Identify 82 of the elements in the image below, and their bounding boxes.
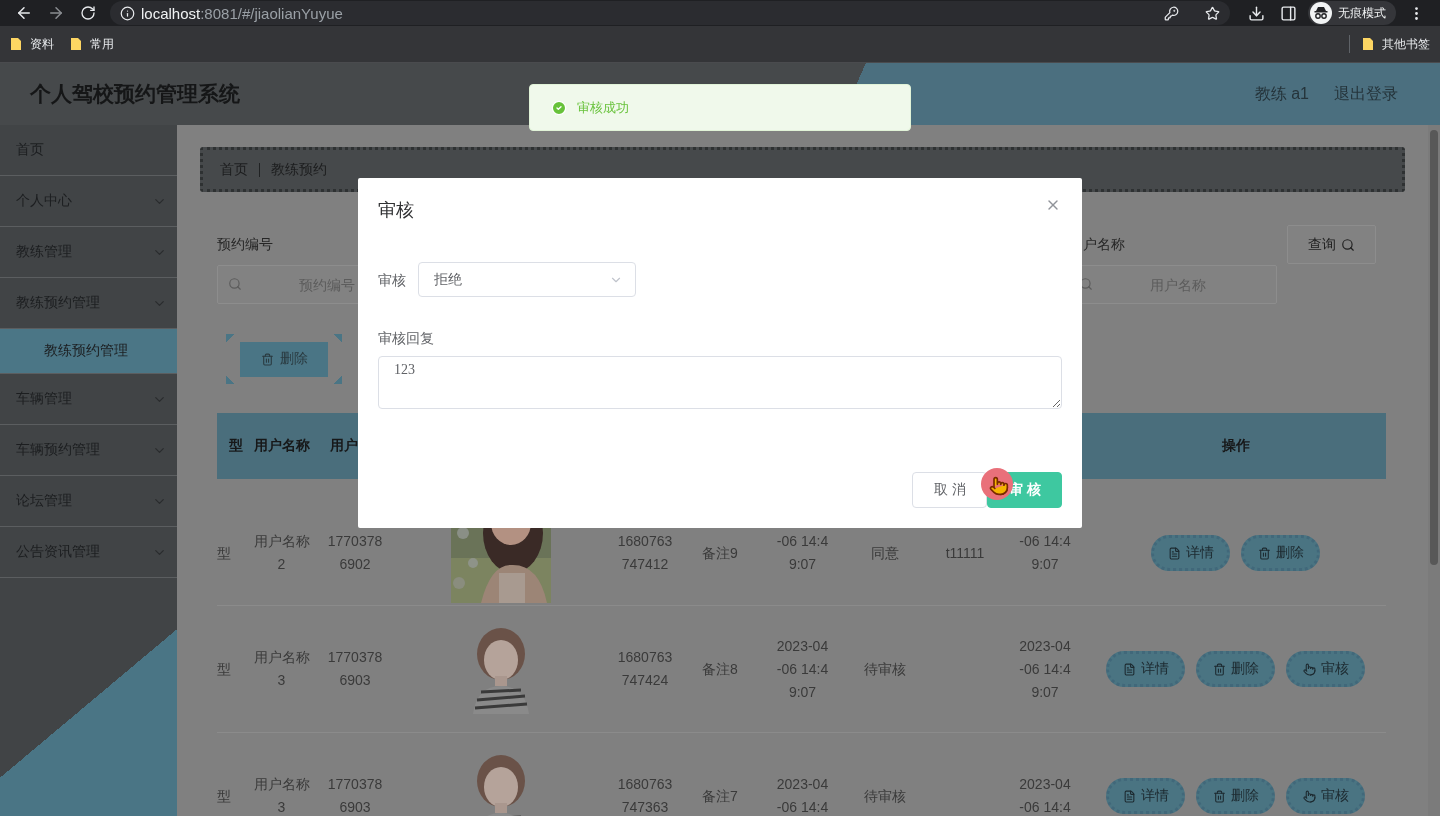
info-icon[interactable] [120,5,135,21]
form-label: 审核回复 [378,329,435,348]
folder-icon [70,37,82,51]
hand-pointer-icon [1302,789,1316,803]
delete-button[interactable]: 删除 [226,334,342,384]
delete-button[interactable]: 删除 [1196,651,1275,687]
review-button[interactable]: 审核 [1286,651,1365,687]
document-icon [1122,662,1136,676]
profile-button[interactable]: 无痕模式 [1308,1,1396,25]
address-bar[interactable]: localhost:8081/#/jiaolianYuyue [110,1,1230,25]
key-icon[interactable] [1164,5,1179,21]
user-label: 教练 a1 [1254,83,1309,104]
forward-icon[interactable] [47,4,65,22]
table-cell-text: 待审核 [864,659,906,679]
table-cell-text: 备注9 [702,543,738,563]
back-icon[interactable] [15,4,33,22]
table-cell-text: -06 14:49:07 [1018,532,1072,574]
folder-icon [10,37,22,51]
table-cell-text: 1680763747363 [617,775,673,816]
document-icon [1122,789,1136,803]
reload-icon[interactable] [80,5,96,21]
table-cell-text: t11111 [945,543,985,563]
table-cell-text: -06 14:49:07 [775,532,830,574]
table-cell-text: 17703786902 [327,532,383,574]
table-cell-text: 用户名称2 [253,532,310,574]
trash-icon [1212,789,1226,803]
delete-button[interactable]: 删除 [1241,535,1320,571]
search-icon [228,277,242,291]
reply-field[interactable]: 123 [378,356,1062,409]
field-label: 预约编号 [217,235,273,254]
review-select[interactable]: 拒绝 [418,262,636,297]
detail-button[interactable]: 详情 [1151,535,1230,571]
scrollbar[interactable] [1428,125,1440,816]
trash-icon [260,352,274,366]
field-label: 户名称 [1082,235,1125,254]
bookmark-folder[interactable]: 其他书签 [1362,35,1430,53]
table-cell-text: 2023-04-06 14:49:07 [775,636,830,702]
logout-link[interactable]: 退出登录 [1334,83,1398,105]
cancel-button[interactable]: 取消 [912,472,987,508]
table-cell-text: 用户名称3 [253,648,310,690]
table-cell-text: 同意 [871,543,899,563]
delete-button[interactable]: 删除 [1196,778,1275,814]
table-cell-text: 17703786903 [327,648,383,690]
table-cell-text: 用户名称3 [253,775,310,816]
submenu-item[interactable]: 教练预约管理 [0,329,177,374]
table-cell-text: 17703786903 [327,775,383,816]
table-cell-text: 待审核 [864,786,906,806]
table-cell-text: 型 [217,543,231,563]
trash-icon [1257,546,1271,560]
hand-cursor-icon [989,476,1009,496]
bookmark-folder[interactable]: 资料 [10,35,54,53]
detail-button[interactable]: 详情 [1106,778,1185,814]
hand-pointer-icon [1302,662,1316,676]
folder-icon [1362,37,1374,51]
form-label: 审核 [378,270,407,290]
download-icon[interactable] [1247,4,1265,22]
bookmark-folder[interactable]: 常用 [70,35,114,53]
query-button[interactable]: 查询 [1287,225,1376,264]
table-cell-text: 2023-04-06 14:4 [775,775,830,816]
table-cell-text: 2023-04-06 14:49:07 [1018,636,1072,702]
table-cell-text: 1680763747424 [617,648,673,690]
column-header: 用户名称 [253,437,310,455]
search-icon [1341,237,1355,252]
column-header: 型 [229,437,243,455]
detail-button[interactable]: 详情 [1106,651,1185,687]
table-cell-text: 2023-04-06 14:4 [1018,775,1072,816]
dialog-title: 审核 [378,199,414,221]
table-cell-text: 备注7 [702,786,738,806]
check-circle-icon [551,99,567,116]
bookmark-star-icon[interactable] [1205,5,1220,21]
column-header: 操作 [1221,437,1250,455]
trash-icon [1212,662,1226,676]
table-cell-text: 型 [217,659,231,679]
table-cell-text: 备注8 [702,659,738,679]
table-cell-text: 型 [217,786,231,806]
toast-message: 审核成功 [577,98,629,117]
review-button[interactable]: 审核 [1286,778,1365,814]
side-panel-icon[interactable] [1279,4,1297,22]
scrollbar-thumb[interactable] [1430,130,1438,565]
document-icon [1167,546,1181,560]
column-header: 用户 [330,437,358,455]
table-cell-text: 1680763747412 [617,532,673,574]
